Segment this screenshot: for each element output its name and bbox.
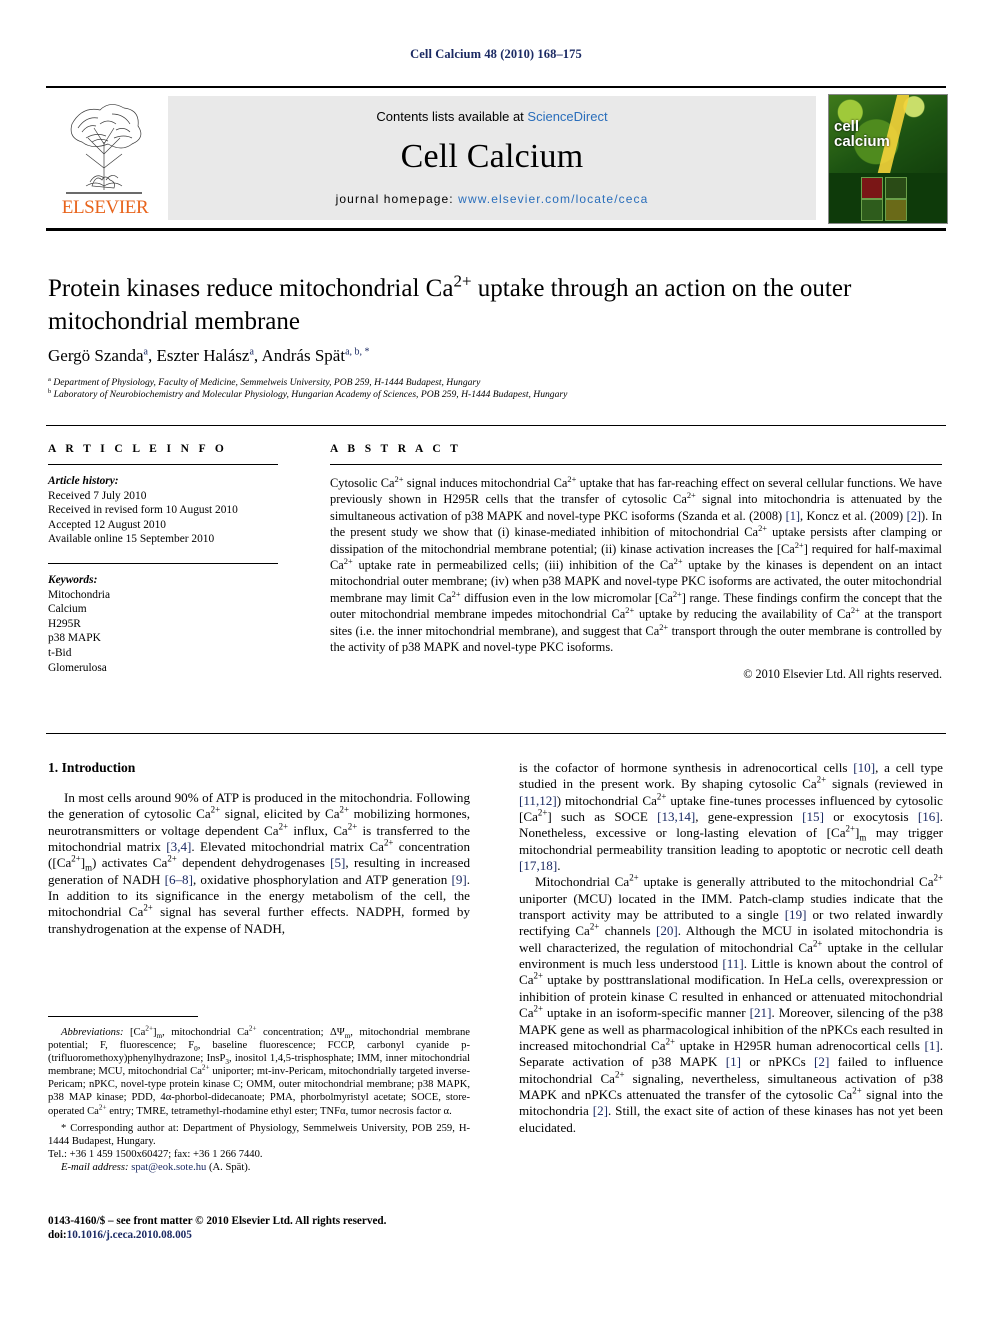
footnote-block: Abbreviations: [Ca2+]m, mitochondrial Ca… — [48, 1024, 470, 1174]
introduction-paragraph-left: In most cells around 90% of ATP is produ… — [48, 790, 471, 936]
article-info-heading: A R T I C L E I N F O — [48, 443, 228, 455]
abstract-text: Cytosolic Ca2+ signal induces mitochondr… — [330, 473, 943, 655]
keyword-item: Calcium — [48, 603, 87, 616]
article-info-divider — [48, 464, 278, 465]
body-column-right: is the cofactor of hormone synthesis in … — [519, 760, 943, 1136]
affiliation-b-mark: b — [48, 387, 52, 395]
cover-title: cell calcium — [834, 119, 890, 149]
email-label: E-mail address: — [61, 1161, 129, 1173]
abbreviations-note: Abbreviations: [Ca2+]m, mitochondrial Ca… — [48, 1024, 470, 1117]
affiliation-a: a Department of Physiology, Faculty of M… — [48, 375, 938, 389]
cover-cell-c — [885, 177, 907, 199]
cover-cell-a — [861, 177, 883, 199]
email-link[interactable]: spat@eok.sote.hu — [131, 1162, 206, 1173]
footnote-rule — [48, 1016, 198, 1017]
masthead-bottom-rule — [46, 228, 946, 231]
cover-title-line1: cell — [834, 118, 860, 135]
contents-prefix: Contents lists available at — [376, 109, 528, 124]
issn-line: 0143-4160/$ – see front matter © 2010 El… — [48, 1215, 387, 1227]
author-3: András Spät — [261, 346, 346, 365]
affiliations: a Department of Physiology, Faculty of M… — [48, 375, 938, 401]
author-2: Eszter Halász — [156, 346, 250, 365]
title-superscript: 2+ — [453, 271, 472, 291]
abstract-heading: A B S T R A C T — [330, 443, 462, 455]
abstract-divider — [330, 464, 942, 465]
cover-cell-b — [861, 199, 883, 221]
keyword-item: t-Bid — [48, 646, 72, 659]
article-history-label: Article history: — [48, 475, 119, 487]
telephone-fax-note: Tel.: +36 1 459 1500x60427; fax: +36 1 2… — [48, 1148, 263, 1160]
homepage-prefix: journal homepage: — [335, 192, 459, 206]
keywords-divider — [48, 562, 278, 564]
abstract-column: A B S T R A C T Cytosolic Ca2+ signal in… — [330, 443, 942, 682]
doi-line: doi:10.1016/j.ceca.2010.08.005 — [48, 1228, 470, 1242]
introduction-paragraph-right-2: Mitochondrial Ca2+ uptake is generally a… — [519, 873, 944, 1135]
abstract-copyright: © 2010 Elsevier Ltd. All rights reserved… — [743, 667, 942, 682]
keyword-item: Glomerulosa — [48, 661, 107, 674]
body-column-left: 1. Introduction In most cells around 90%… — [48, 760, 470, 937]
cover-lower-panel — [829, 173, 947, 223]
affiliation-b: b Laboratory of Neurobiochemistry and Mo… — [48, 387, 938, 401]
history-item: Available online 15 September 2010 — [48, 533, 215, 546]
contents-available-line: Contents lists available at ScienceDirec… — [168, 109, 816, 124]
cover-cell-d — [885, 199, 907, 221]
affiliation-a-text: Department of Physiology, Faculty of Med… — [53, 377, 481, 388]
elsevier-logo: ELSEVIER — [46, 92, 164, 224]
history-item: Received in revised form 10 August 2010 — [48, 504, 238, 517]
corresponding-author-note: * Corresponding author at: Department of… — [48, 1122, 470, 1147]
keywords-label: Keywords: — [48, 573, 98, 586]
doi-link[interactable]: 10.1016/j.ceca.2010.08.005 — [67, 1229, 192, 1241]
paper-page: Cell Calcium 48 (2010) 168–175 ELSEVIER … — [0, 0, 992, 1323]
footer-issn-block: 0143-4160/$ – see front matter © 2010 El… — [48, 1214, 470, 1243]
masthead-panel: Contents lists available at ScienceDirec… — [168, 96, 816, 220]
email-note: E-mail address: spat@eok.sote.hu (A. Spä… — [48, 1161, 470, 1174]
article-info-column: A R T I C L E I N F O Article history: R… — [48, 443, 278, 675]
keywords-block: Keywords: Mitochondria Calcium H295R p38… — [48, 573, 278, 675]
keyword-item: Mitochondria — [48, 588, 111, 601]
doi-label: doi: — [48, 1229, 67, 1242]
elsevier-tree-icon — [52, 94, 156, 198]
article-history: Article history: Received 7 July 2010 Re… — [48, 474, 278, 547]
history-item: Accepted 12 August 2010 — [48, 518, 166, 531]
journal-masthead: ELSEVIER Contents lists available at Sci… — [46, 92, 948, 224]
author-3-marks: a, b, * — [345, 346, 370, 358]
journal-homepage-link[interactable]: www.elsevier.com/locate/ceca — [458, 192, 648, 206]
introduction-paragraph-right-1: is the cofactor of hormone synthesis in … — [519, 760, 943, 874]
keyword-item: H295R — [48, 617, 81, 630]
title-part-1: Protein kinases reduce mitochondrial Ca — [48, 275, 454, 302]
journal-title: Cell Calcium — [400, 138, 584, 175]
cover-title-line2: calcium — [834, 133, 890, 150]
introduction-heading: 1. Introduction — [48, 760, 136, 775]
affiliation-a-mark: a — [48, 375, 51, 383]
author-2-marks: a — [249, 346, 254, 358]
affiliation-b-text: Laboratory of Neurobiochemistry and Mole… — [53, 388, 568, 400]
author-list: Gergö Szandaa, Eszter Halásza, András Sp… — [48, 346, 370, 365]
author-1-marks: a — [143, 346, 148, 358]
info-block-top-rule — [46, 425, 946, 426]
cover-artwork: cell calcium — [829, 95, 947, 185]
keyword-item: p38 MAPK — [48, 632, 101, 645]
history-item: Received 7 July 2010 — [48, 489, 147, 502]
info-block-bottom-rule — [46, 733, 946, 734]
masthead-top-rule — [46, 86, 946, 88]
running-head: Cell Calcium 48 (2010) 168–175 — [410, 47, 582, 61]
page-title: Protein kinases reduce mitochondrial Ca2… — [48, 272, 938, 338]
journal-cover-thumbnail: cell calcium — [828, 94, 948, 224]
journal-homepage-line: journal homepage: www.elsevier.com/locat… — [168, 192, 816, 206]
email-owner: (A. Spät). — [208, 1161, 251, 1173]
author-1: Gergö Szanda — [48, 346, 144, 365]
elsevier-wordmark: ELSEVIER — [61, 197, 149, 218]
sciencedirect-link[interactable]: ScienceDirect — [527, 109, 607, 124]
